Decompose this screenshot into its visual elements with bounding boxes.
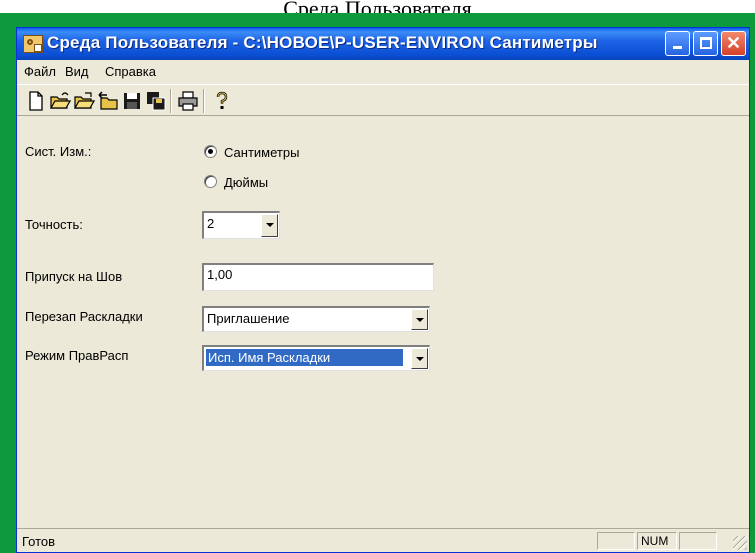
save-icon[interactable] <box>121 90 143 112</box>
toolbar <box>17 84 749 116</box>
open-folder-icon[interactable] <box>49 90 71 112</box>
overwrite-label: Перезап Раскладки <box>25 309 143 324</box>
close-button[interactable]: ✕ <box>721 31 746 56</box>
precision-label: Точность: <box>25 217 83 232</box>
title-bar[interactable]: Среда Пользователя - C:\НОВОЕ\P-USER-ENV… <box>17 28 749 60</box>
chevron-down-icon[interactable] <box>261 214 278 237</box>
maximize-button[interactable] <box>693 31 718 56</box>
print-icon[interactable] <box>177 90 199 112</box>
help-icon[interactable] <box>211 90 233 112</box>
units-cm-radio[interactable] <box>204 145 217 158</box>
chevron-down-icon[interactable] <box>411 348 428 369</box>
seam-allowance-field[interactable] <box>202 263 434 291</box>
status-text: Готов <box>22 534 56 549</box>
seam-allowance-input[interactable] <box>207 267 428 282</box>
toolbar-separator <box>170 89 172 113</box>
save-all-icon[interactable] <box>145 90 167 112</box>
precision-value: 2 <box>207 216 215 231</box>
units-cm-label[interactable]: Сантиметры <box>224 145 299 160</box>
status-panel <box>679 532 717 550</box>
folder-arrow-icon[interactable] <box>97 90 119 112</box>
menu-bar: Файл Вид Справка <box>17 60 749 82</box>
open-folder-2-icon[interactable] <box>73 90 95 112</box>
precision-select[interactable]: 2 <box>202 211 280 239</box>
mode-label: Режим ПравРасп <box>25 348 129 363</box>
menu-file[interactable]: Файл <box>24 64 56 79</box>
units-label: Сист. Изм.: <box>25 144 92 159</box>
maximize-icon <box>700 37 712 49</box>
num-lock-indicator: NUM <box>637 532 677 550</box>
status-panel <box>597 532 635 550</box>
resize-grip[interactable] <box>733 536 747 550</box>
minimize-icon <box>673 46 682 49</box>
app-window: Среда Пользователя - C:\НОВОЕ\P-USER-ENV… <box>16 27 750 553</box>
overwrite-value: Приглашение <box>207 311 290 326</box>
mode-select[interactable]: Исп. Имя Раскладки <box>202 345 430 371</box>
minimize-button[interactable] <box>665 31 690 56</box>
units-inch-radio[interactable] <box>204 175 217 188</box>
overwrite-select[interactable]: Приглашение <box>202 306 430 332</box>
menu-help[interactable]: Справка <box>105 64 156 79</box>
status-bar: Готов NUM <box>17 528 749 552</box>
mode-value: Исп. Имя Раскладки <box>206 349 403 366</box>
close-icon: ✕ <box>725 33 742 53</box>
toolbar-separator <box>203 89 205 113</box>
settings-form: Сист. Изм.: Сантиметры Дюймы Точность: 2… <box>17 117 749 528</box>
menu-view[interactable]: Вид <box>65 64 89 79</box>
app-icon[interactable] <box>23 35 43 53</box>
new-file-icon[interactable] <box>25 90 47 112</box>
chevron-down-icon[interactable] <box>411 309 428 330</box>
seam-allowance-label: Припуск на Шов <box>25 269 123 284</box>
units-inch-label[interactable]: Дюймы <box>224 175 268 190</box>
window-title: Среда Пользователя - C:\НОВОЕ\P-USER-ENV… <box>47 33 598 52</box>
